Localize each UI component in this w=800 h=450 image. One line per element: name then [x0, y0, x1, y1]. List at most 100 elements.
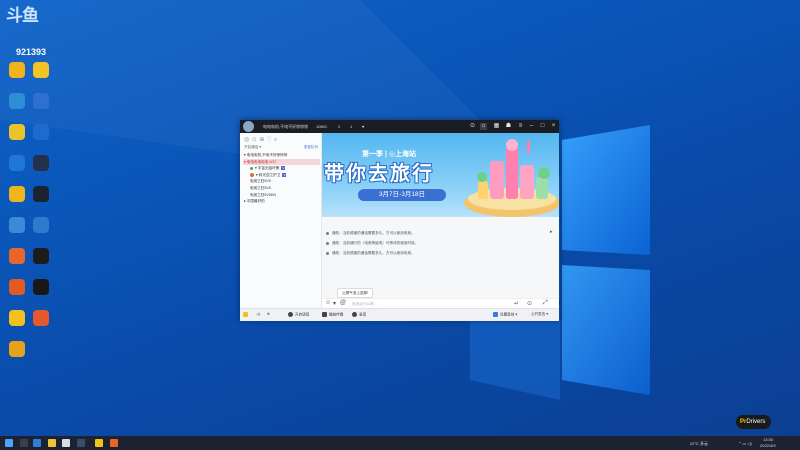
banner-dates: 3月7日-3月18日 [358, 189, 446, 201]
profile-icon[interactable]: ◎ [244, 137, 249, 143]
channel-tree-item[interactable]: ▸ 中国最好的 [243, 198, 320, 205]
more-icon[interactable]: ⊙ [527, 300, 532, 307]
mail-taskbar-icon[interactable] [62, 439, 70, 447]
home-icon[interactable]: ⌂ [480, 123, 487, 130]
mic-icon[interactable]: ⊕ [267, 312, 270, 316]
channel-tree-item[interactable]: 电竞之狂5V5DN [243, 192, 320, 199]
like-count[interactable]: ♥ [362, 124, 364, 129]
send-icon[interactable]: ↵ [514, 300, 519, 307]
start-icon[interactable] [5, 439, 13, 447]
search-icon[interactable]: ⌕ [274, 137, 277, 143]
weather[interactable]: 22°C 多云 [690, 441, 708, 447]
channel-tree-item[interactable]: 电竞之狂5V5 [243, 185, 320, 192]
tray-icons[interactable]: ⌃ ▭ ◁) [738, 441, 752, 446]
window-titlebar[interactable]: 电电电机,不电不好惊惊惊 10801 2 1 ♥ ⊙ ⌂ ▦ ☗ ≡ – □ × [240, 120, 559, 133]
channel-tree-item[interactable]: ▾ 电电电机,不电不好惊惊惊 [243, 152, 320, 159]
prodrivers-watermark: PrDrivers [736, 415, 772, 429]
channel-tree-item[interactable]: ▾ 斜光逆之护卫 V [243, 172, 320, 179]
call-mode-dropdown[interactable]: 开启通话 ▾ [244, 145, 261, 149]
open-voice-label: 开启语音 [295, 312, 310, 317]
dropdown-icon[interactable]: ▾ [333, 300, 336, 307]
app-icon [33, 124, 49, 140]
voice-queue-link[interactable]: 语音队列 [304, 145, 318, 150]
bubble-chip[interactable]: 公屏气泡上选择! [337, 288, 374, 298]
logo-icon[interactable] [243, 312, 250, 317]
edge-taskbar-icon[interactable] [33, 439, 41, 447]
stream-overlay-logo: 斗鱼 921393 [6, 6, 56, 57]
open-voice-button[interactable]: 开启语音 [288, 312, 309, 317]
clock-time[interactable]: 13:30 [763, 437, 773, 442]
play-music-button[interactable]: 播放伴奏 [322, 312, 343, 317]
channel-tree-label: ▾ 宇宙无敌坏蛋 [255, 166, 280, 171]
desktop-shortcut[interactable] [4, 155, 30, 171]
desktop-shortcut[interactable] [28, 279, 54, 295]
channel-tree-label: 电竞之狂5V5 [250, 179, 271, 184]
desktop-shortcut[interactable] [28, 124, 54, 140]
app-taskbar-icon[interactable] [110, 439, 118, 447]
fullscreen-icon[interactable]: ⤢ [543, 300, 548, 307]
desktop-shortcut[interactable] [28, 186, 54, 202]
channel-tree-label: ▾ 电电电机,不电不好惊惊惊 [244, 153, 288, 157]
desktop-shortcut[interactable] [28, 93, 54, 109]
info-icon [326, 251, 329, 255]
channel-tree-item[interactable]: ▾ 宇宙无敌坏蛋 V [243, 165, 320, 172]
close-icon[interactable]: × [550, 123, 557, 130]
banner-pagination[interactable] [427, 210, 448, 217]
minimize-icon[interactable]: – [528, 123, 535, 130]
desktop-shortcut[interactable] [4, 279, 30, 295]
channel-tree-label: 电竞之狂5V5DN [250, 192, 276, 197]
speak-mode-dropdown[interactable]: 公开发言 ▾ [531, 312, 548, 317]
add-icon[interactable]: ⊕ [259, 137, 264, 143]
channel-tree-item[interactable]: 电竞之狂5V5 [243, 178, 320, 185]
online-count: 10801 [316, 124, 328, 129]
online-status-icon [250, 166, 253, 170]
desktop-shortcut[interactable] [4, 341, 30, 357]
menu-icon[interactable]: ≡ [517, 123, 524, 130]
explorer-taskbar-icon[interactable] [48, 439, 56, 447]
desktop-shortcut[interactable] [4, 93, 30, 109]
voice-app-taskbar-icon[interactable] [95, 439, 103, 447]
expand-arrow-icon[interactable]: ▸ [550, 229, 553, 235]
channel-tree-label: ▾ 斜光逆之护卫 [256, 172, 281, 177]
media-icon [33, 62, 49, 78]
clock-date[interactable]: 2022/3/9 [760, 443, 776, 448]
taskbar: 22°C 多云 ⌃ ▭ ◁) 13:30 2022/3/9 [0, 436, 800, 450]
desktop-shortcut[interactable] [28, 62, 54, 78]
search-taskbar-icon[interactable] [20, 439, 28, 447]
record-icon[interactable]: ⊙ [469, 123, 476, 130]
desktop-shortcut[interactable] [4, 124, 30, 140]
grid-icon[interactable]: ▦ [493, 123, 500, 130]
chrome-icon [9, 124, 25, 140]
steam-taskbar-icon[interactable] [77, 439, 85, 447]
play-music-label: 播放伴奏 [329, 312, 344, 317]
record-button[interactable]: 录音 [352, 312, 366, 317]
desktop-shortcut[interactable] [4, 186, 30, 202]
vip-badge-icon: V [281, 166, 286, 171]
desktop-shortcut[interactable] [28, 155, 54, 171]
desktop-shortcut[interactable] [4, 248, 30, 264]
desktop-shortcut[interactable] [28, 310, 54, 326]
desktop-shortcut[interactable] [4, 217, 30, 233]
channel-tree-label: ▾ 电电电电电电 0/37 [244, 159, 277, 164]
gamepad-icon[interactable]: ☗ [505, 123, 512, 130]
desktop-shortcut[interactable] [28, 217, 54, 233]
channel-avatar[interactable] [243, 121, 254, 132]
nvidia-icon [33, 248, 49, 264]
room-number: 921393 [16, 47, 47, 57]
desktop-shortcut[interactable] [4, 310, 30, 326]
at-icon[interactable]: @ [340, 300, 346, 306]
system-message-text: 通知：当前频道的通话需要多久，方可以使用电竞。 [332, 231, 415, 235]
desktop-shortcut[interactable] [4, 62, 30, 78]
window-title: 电电电机,不电不好惊惊惊 [263, 124, 309, 129]
settings-icon [33, 217, 49, 233]
channel-tree-item[interactable]: ▾ 电电电电电电 0/37 [243, 158, 320, 166]
volume-icon[interactable]: ◁) [256, 312, 260, 316]
emoji-picker-icon[interactable]: ☺ [325, 300, 331, 306]
sound-effect-dropdown[interactable]: 设置音效 ▾ [493, 312, 517, 317]
promo-banner[interactable]: 第一季 | ◎上海站 带你去旅行 3月7日-3月18日 [322, 133, 559, 217]
channel-tree: ▾ 电电电机,不电不好惊惊惊 ▾ 电电电电电电 0/37 ▾ 宇宙无敌坏蛋 V ▾ 斜光… [243, 152, 320, 205]
emoji-icon[interactable]: ☺ [251, 137, 257, 143]
desktop-shortcut[interactable] [28, 248, 54, 264]
maximize-icon[interactable]: □ [539, 123, 546, 130]
favorite-icon[interactable]: ♡ [266, 137, 271, 143]
